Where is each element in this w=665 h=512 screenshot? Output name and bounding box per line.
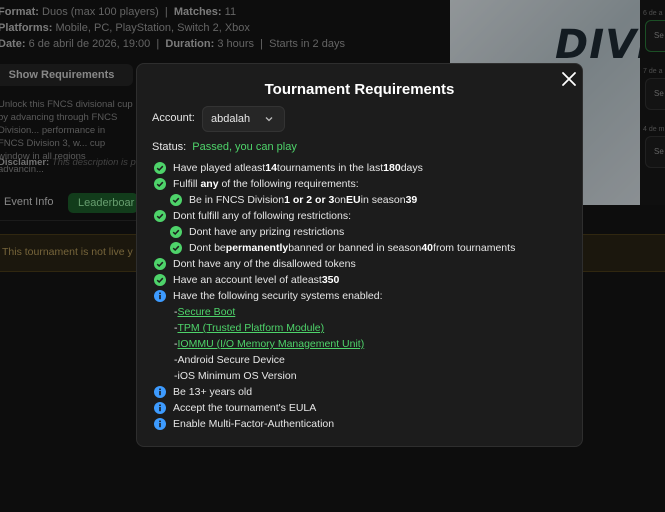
info-circle-icon xyxy=(154,418,166,430)
account-label: Account: xyxy=(152,112,195,124)
modal-title: Tournament Requirements xyxy=(264,81,455,98)
tpm-link[interactable]: TPM (Trusted Platform Module) xyxy=(178,322,325,334)
requirement-item: Dont be permanently banned or banned in … xyxy=(170,242,515,254)
info-circle-icon xyxy=(154,290,166,302)
info-circle-icon xyxy=(154,386,166,398)
requirement-item: Have played atleast 14 tournaments in th… xyxy=(154,162,423,174)
account-select[interactable]: abdalah xyxy=(202,106,285,132)
status-line: Status: Passed, you can play xyxy=(152,141,297,153)
requirements-modal: Tournament Requirements Account: abdalah… xyxy=(136,63,583,447)
requirement-item: Have an account level of atleast 350 xyxy=(154,274,339,286)
secure-boot-link[interactable]: Secure Boot xyxy=(178,306,236,318)
check-circle-icon xyxy=(170,226,182,238)
requirement-item: Be in FNCS Division 1 or 2 or 3 on EU in… xyxy=(170,194,417,206)
security-item: - Android Secure Device xyxy=(174,354,285,366)
close-icon[interactable] xyxy=(561,71,577,87)
check-circle-icon xyxy=(154,274,166,286)
requirement-item: Enable Multi-Factor-Authentication xyxy=(154,418,334,430)
security-item: - TPM (Trusted Platform Module) xyxy=(174,322,325,334)
chevron-down-icon xyxy=(265,117,273,122)
check-circle-icon xyxy=(170,242,182,254)
security-item: - IOMMU (I/O Memory Management Unit) xyxy=(174,338,365,350)
requirement-item: Dont fulfill any of following restrictio… xyxy=(154,210,351,222)
info-circle-icon xyxy=(154,402,166,414)
requirement-item: Fulfill any of the following requirement… xyxy=(154,178,359,190)
requirement-item: Dont have any prizing restrictions xyxy=(170,226,344,238)
security-item: - iOS Minimum OS Version xyxy=(174,370,297,382)
check-circle-icon xyxy=(170,194,182,206)
requirement-item: Dont have any of the disallowed tokens xyxy=(154,258,356,270)
status-value: Passed, you can play xyxy=(192,141,297,153)
requirement-item: Have the following security systems enab… xyxy=(154,290,383,302)
requirement-item: Accept the tournament's EULA xyxy=(154,402,316,414)
check-circle-icon xyxy=(154,258,166,270)
check-circle-icon xyxy=(154,178,166,190)
account-value: abdalah xyxy=(211,113,251,125)
requirement-item: Be 13+ years old xyxy=(154,386,252,398)
security-item: - Secure Boot xyxy=(174,306,236,318)
iommu-link[interactable]: IOMMU (I/O Memory Management Unit) xyxy=(178,338,365,350)
check-circle-icon xyxy=(154,210,166,222)
check-circle-icon xyxy=(154,162,166,174)
